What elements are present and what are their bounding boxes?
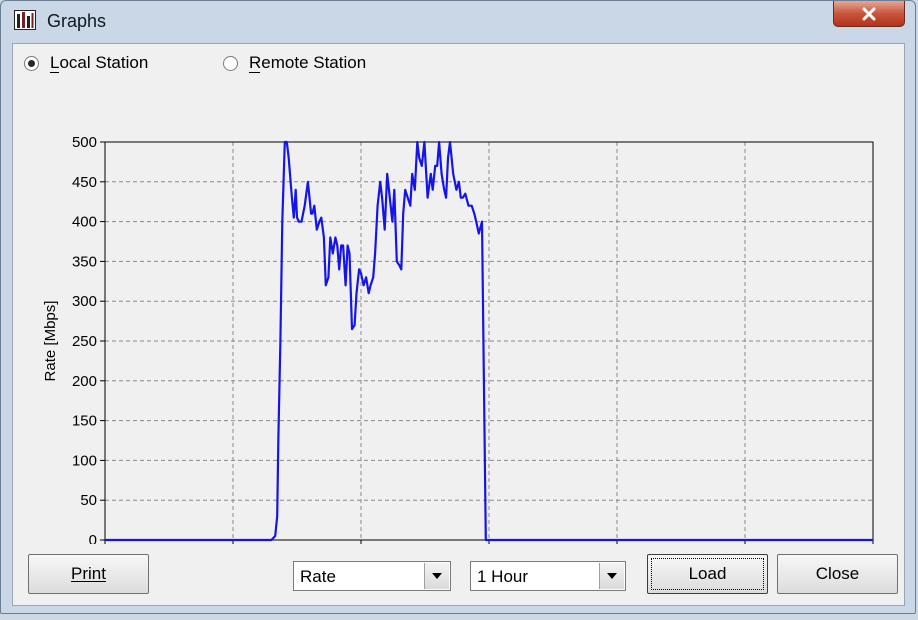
mnemonic-underline (249, 72, 260, 73)
y-tick-label: 350 (72, 253, 97, 270)
close-button[interactable]: Close (777, 554, 898, 594)
window-title: Graphs (47, 11, 107, 31)
close-icon (862, 7, 876, 20)
close-button-label: Close (815, 564, 860, 583)
graph-window-icon (14, 10, 36, 30)
chevron-down-icon[interactable] (599, 563, 624, 589)
y-tick-label: 50 (80, 492, 97, 509)
local-station-label: Local Station (50, 53, 149, 72)
y-axis-label: Rate [Mbps] (42, 301, 59, 382)
metric-select[interactable]: Rate (293, 561, 451, 591)
graphs-panel: Local Station Remote Station 0 50 100 150 20… (12, 43, 905, 606)
print-button[interactable]: Print (28, 554, 149, 594)
y-tick-label: 500 (72, 134, 97, 151)
window-close-button[interactable] (833, 1, 905, 27)
y-tick-label: 450 (72, 174, 97, 191)
chevron-down-icon[interactable] (424, 563, 449, 589)
load-button[interactable]: Load (647, 554, 768, 594)
y-tick-label: 200 (72, 373, 97, 390)
rate-chart: 050100150200250300350400450500 21.34 [13… (42, 134, 874, 544)
remote-station-radio[interactable]: Remote Station (223, 53, 366, 73)
graphs-window: Graphs Local Station Remote Station 0 50 1… (0, 0, 916, 614)
y-tick-label: 100 (72, 452, 97, 469)
y-tick-label: 0 (89, 532, 97, 544)
y-tick-label: 300 (72, 293, 97, 310)
load-button-label: Load (688, 564, 727, 583)
y-axis-ticks: 0 50 100 150 200 250 300 350 400 450 500 (72, 134, 105, 544)
remote-station-label: Remote Station (249, 53, 367, 72)
radio-selected-indicator (24, 55, 39, 71)
y-tick-label: 400 (72, 214, 97, 231)
y-tick-label: 250 (72, 333, 97, 350)
title-bar[interactable]: Graphs (1, 1, 915, 43)
mnemonic-underline (50, 72, 59, 73)
radio-unselected-indicator (223, 55, 238, 71)
chart-grid (105, 142, 873, 540)
metric-select-value: Rate (300, 567, 336, 586)
time-range-select-value: 1 Hour (477, 567, 529, 586)
y-tick-label: 150 (72, 413, 97, 430)
print-button-label: Print (71, 564, 106, 583)
time-range-select[interactable]: 1 Hour (470, 561, 626, 591)
local-station-radio[interactable]: Local Station (24, 53, 148, 73)
